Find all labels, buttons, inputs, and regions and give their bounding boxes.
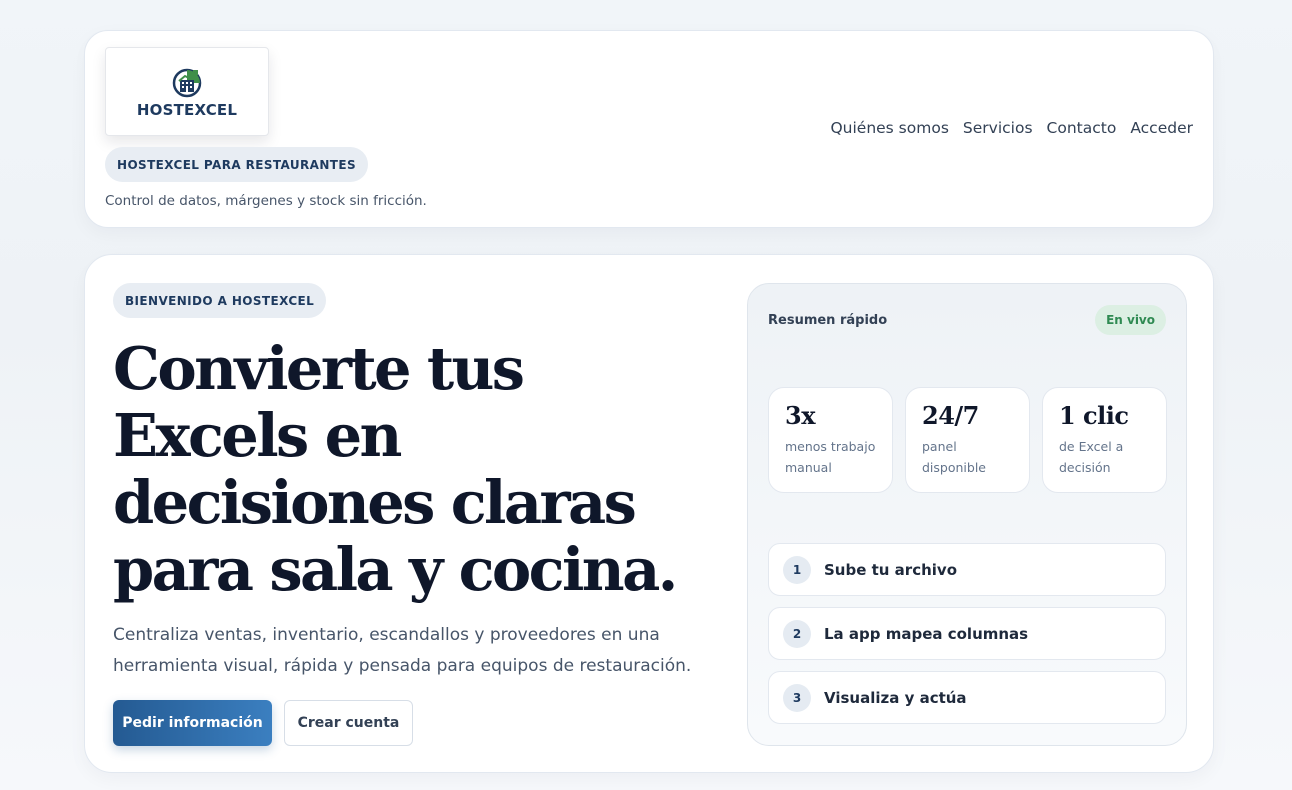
stat-label: menos trabajo manual bbox=[785, 439, 876, 475]
request-info-button[interactable]: Pedir información bbox=[113, 700, 272, 746]
step-label: Visualiza y actúa bbox=[824, 688, 967, 707]
brand-pill: HOSTEXCEL PARA RESTAURANTES bbox=[105, 147, 368, 182]
step-number: 2 bbox=[783, 619, 811, 648]
live-status-badge: En vivo bbox=[1095, 305, 1166, 335]
step-label: Sube tu archivo bbox=[824, 560, 958, 579]
nav-link-servicios[interactable]: Servicios bbox=[963, 119, 1033, 137]
logo-globe-icon bbox=[172, 68, 202, 97]
stat-value: 1 clic bbox=[1059, 401, 1129, 430]
quick-summary-panel: Resumen rápido En vivo 3x menos trabajo … bbox=[747, 283, 1187, 746]
stat-card: 24/7 panel disponible bbox=[905, 387, 1030, 493]
step-item: 1 Sube tu archivo bbox=[768, 543, 1166, 596]
main-nav: Quiénes somos Servicios Contacto Acceder bbox=[830, 119, 1193, 137]
stat-value: 3x bbox=[785, 401, 816, 430]
steps-list: 1 Sube tu archivo 2 La app mapea columna… bbox=[768, 543, 1166, 735]
step-number: 3 bbox=[783, 683, 811, 712]
site-header: HOSTEXCEL HOSTEXCEL PARA RESTAURANTES Co… bbox=[84, 30, 1214, 228]
create-account-button[interactable]: Crear cuenta bbox=[284, 700, 413, 746]
stat-label: panel disponible bbox=[922, 439, 986, 475]
hero-description: Centraliza ventas, inventario, escandall… bbox=[113, 625, 692, 676]
hero-title: Convierte tus Excels en decisiones clara… bbox=[113, 334, 678, 604]
welcome-pill: BIENVENIDO A HOSTEXCEL bbox=[113, 283, 327, 318]
step-number: 1 bbox=[783, 555, 811, 584]
step-item: 2 La app mapea columnas bbox=[768, 607, 1166, 660]
nav-link-contacto[interactable]: Contacto bbox=[1047, 119, 1117, 137]
nav-link-acceder[interactable]: Acceder bbox=[1130, 119, 1193, 137]
stat-label: de Excel a decisión bbox=[1059, 439, 1124, 475]
step-item: 3 Visualiza y actúa bbox=[768, 671, 1166, 724]
stat-card: 1 clic de Excel a decisión bbox=[1042, 387, 1167, 493]
hero-section: BIENVENIDO A HOSTEXCEL Convierte tus Exc… bbox=[84, 254, 1214, 773]
tagline: Control de datos, márgenes y stock sin f… bbox=[105, 193, 427, 209]
summary-title: Resumen rápido bbox=[768, 313, 888, 328]
stat-card: 3x menos trabajo manual bbox=[768, 387, 893, 493]
logo-wordmark: HOSTEXCEL bbox=[136, 100, 238, 119]
step-label: La app mapea columnas bbox=[824, 624, 1029, 643]
nav-link-quienes-somos[interactable]: Quiénes somos bbox=[830, 119, 948, 137]
stat-value: 24/7 bbox=[922, 401, 979, 430]
stats-row: 3x menos trabajo manual 24/7 panel dispo… bbox=[768, 387, 1167, 493]
logo[interactable]: HOSTEXCEL bbox=[105, 47, 269, 136]
